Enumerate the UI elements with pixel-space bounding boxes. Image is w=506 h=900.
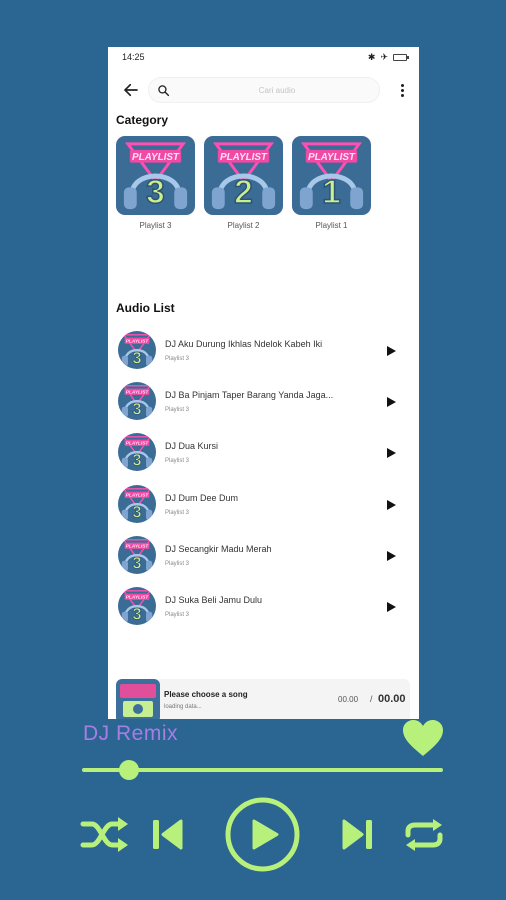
status-time: 14:25 (122, 52, 145, 62)
svg-text:PLAYLIST: PLAYLIST (126, 339, 150, 345)
mini-player-time-separator: / (370, 694, 373, 704)
audio-playlist-label: Playlist 3 (165, 611, 190, 618)
svg-text:PLAYLIST: PLAYLIST (220, 152, 268, 163)
mini-player-title: Please choose a song (164, 690, 248, 699)
audio-playlist-label: Playlist 3 (165, 407, 190, 414)
airplane-icon: ✈ (380, 51, 388, 62)
audio-title: DJ Suka Beli Jamu Dulu (165, 594, 263, 605)
status-bar: 14:25 ✱ ✈ (108, 47, 419, 67)
svg-text:3: 3 (133, 554, 142, 572)
category-item-playlist-2[interactable]: PLAYLIST 2 Playlist 2 (204, 136, 283, 230)
category-label: Playlist 3 (139, 221, 172, 230)
mini-player-total-time: 00.00 (378, 693, 406, 705)
shuffle-icon[interactable] (80, 815, 129, 854)
svg-text:3: 3 (133, 400, 142, 418)
audio-thumbnail: PLAYLIST 3 (118, 484, 156, 523)
category-label: Playlist 2 (227, 221, 260, 230)
svg-text:3: 3 (133, 452, 142, 470)
skip-next-icon[interactable] (341, 818, 374, 851)
list-item[interactable]: PLAYLIST 3 DJ Secangkir Madu Merah Playlist… (108, 533, 419, 584)
audio-playlist-label: Playlist 3 (165, 356, 190, 362)
svg-text:PLAYLIST: PLAYLIST (126, 543, 150, 549)
battery-icon (393, 53, 409, 61)
app-screenshot-frame: 14:25 ✱ ✈ Category PLAYLIST3Playlist 3PL… (108, 47, 419, 719)
svg-text:3: 3 (133, 503, 142, 521)
svg-text:3: 3 (133, 605, 142, 623)
svg-text:PLAYLIST: PLAYLIST (308, 152, 356, 163)
category-thumbnail: PLAYLIST 2 (204, 136, 283, 215)
play-icon[interactable] (385, 396, 397, 408)
list-item[interactable]: PLAYLIST 3 DJ Dua Kursi Playlist 3 (108, 430, 419, 481)
audio-title: DJ Aku Durung Ikhlas Ndelok Kabeh Iki (165, 339, 323, 349)
svg-text:2: 2 (234, 174, 253, 211)
audio-playlist-label: Playlist 3 (165, 509, 190, 516)
audio-playlist-label: Playlist 3 (165, 458, 190, 465)
play-icon[interactable] (385, 345, 397, 357)
audio-list: PLAYLIST 3 DJ Aku Durung Ikhlas Ndelok Kab… (108, 328, 419, 635)
svg-text:PLAYLIST: PLAYLIST (126, 441, 150, 447)
category-item-playlist-3[interactable]: PLAYLIST 3 Playlist 3 (116, 136, 195, 230)
list-item[interactable]: PLAYLIST 3 DJ Aku Durung Ikhlas Ndelok Kab… (108, 328, 419, 379)
mini-player-artwork (116, 679, 160, 719)
search-box[interactable] (148, 77, 380, 103)
bluetooth-icon: ✱ (367, 51, 376, 62)
seek-bar-handle[interactable] (118, 760, 139, 780)
heart-icon[interactable] (401, 718, 445, 758)
audio-playlist-label: Playlist 3 (165, 560, 190, 567)
category-list: PLAYLIST 3 Playlist 3 PLAYLIST 2 Playlist 2 PL… (116, 136, 371, 230)
play-icon[interactable] (385, 601, 397, 613)
category-title: Category (116, 113, 169, 127)
svg-text:PLAYLIST: PLAYLIST (126, 595, 150, 601)
mini-player-subtitle: loading data... (164, 704, 202, 710)
category-thumbnail: PLAYLIST 3 (116, 136, 195, 215)
category-thumbnail: PLAYLIST 1 (292, 136, 371, 215)
play-icon[interactable] (385, 550, 397, 562)
svg-text:PLAYLIST: PLAYLIST (132, 152, 180, 163)
svg-text:3: 3 (146, 174, 165, 211)
audio-thumbnail: PLAYLIST 3 (118, 586, 156, 625)
audio-title: DJ Secangkir Madu Merah (165, 543, 272, 554)
svg-text:PLAYLIST: PLAYLIST (126, 492, 150, 498)
mini-player[interactable]: Please choose a song loading data... 00.… (116, 679, 410, 719)
audio-title: DJ Ba Pinjam Taper Barang Yanda Jaga... (165, 390, 334, 401)
svg-text:1: 1 (322, 174, 341, 211)
svg-text:PLAYLIST: PLAYLIST (126, 390, 150, 396)
svg-text:3: 3 (133, 349, 142, 367)
more-vert-icon[interactable] (399, 81, 405, 99)
skip-previous-icon[interactable] (151, 818, 184, 851)
audio-thumbnail: PLAYLIST 3 (118, 331, 156, 369)
search-bar-row (108, 75, 419, 105)
audio-title: DJ Dum Dee Dum (165, 492, 239, 503)
play-icon[interactable] (385, 499, 397, 511)
play-icon[interactable] (385, 447, 397, 459)
audio-title: DJ Dua Kursi (165, 441, 219, 452)
category-item-playlist-1[interactable]: PLAYLIST 1 Playlist 1 (292, 136, 371, 230)
audio-thumbnail: PLAYLIST 3 (118, 382, 156, 421)
repeat-icon[interactable] (404, 818, 444, 852)
category-label: Playlist 1 (315, 221, 348, 230)
list-item[interactable]: PLAYLIST 3 DJ Dum Dee Dum Playlist 3 (108, 482, 419, 533)
list-item[interactable]: PLAYLIST 3 DJ Ba Pinjam Taper Barang Yanda… (108, 379, 419, 430)
app-title: DJ Remix (83, 722, 179, 745)
play-circle-icon[interactable] (224, 796, 301, 873)
search-input[interactable] (177, 78, 377, 102)
audio-list-title: Audio List (116, 301, 175, 315)
audio-thumbnail: PLAYLIST 3 (118, 535, 156, 574)
back-arrow-icon[interactable] (122, 81, 140, 99)
status-icons: ✱ ✈ (367, 51, 409, 63)
audio-thumbnail: PLAYLIST 3 (118, 433, 156, 472)
mini-player-current-time: 00.00 (338, 695, 359, 704)
list-item[interactable]: PLAYLIST 3 DJ Suka Beli Jamu Dulu Playlist … (108, 584, 419, 635)
search-icon (158, 85, 170, 97)
